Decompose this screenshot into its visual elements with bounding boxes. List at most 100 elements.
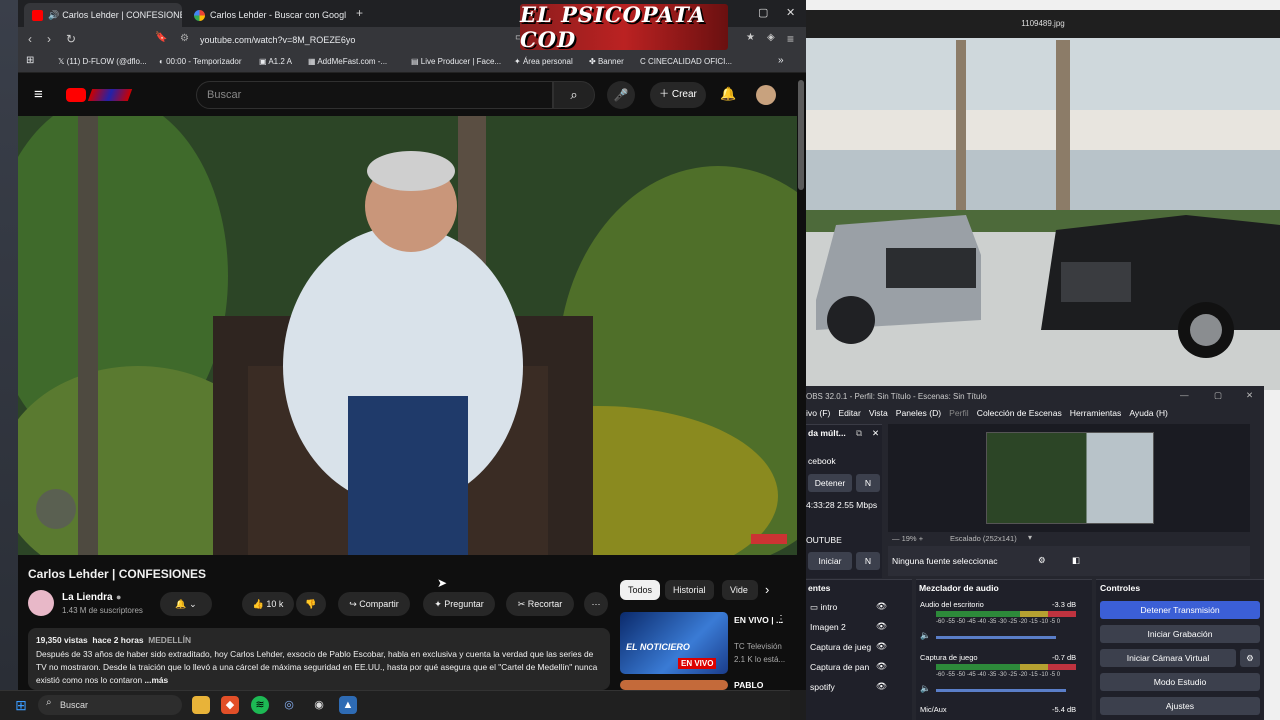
close-window-icon[interactable]: ✕ (786, 6, 795, 19)
float-icon[interactable]: ⧉ (856, 428, 862, 439)
more-button[interactable]: N (856, 474, 880, 492)
maximize-icon[interactable]: ▢ (1214, 390, 1222, 401)
subscriber-count: 1.43 M de suscriptores (62, 606, 143, 615)
spotify-icon[interactable]: ≋ (251, 696, 269, 714)
youtube-logo-icon[interactable] (66, 88, 86, 102)
maximize-icon[interactable]: ▢ (758, 6, 768, 19)
menu-help[interactable]: Ayuda (H) (1129, 408, 1168, 424)
start-button[interactable]: Iniciar (808, 552, 852, 570)
chip-historial[interactable]: Historial (665, 580, 714, 600)
extension-icon[interactable]: ★ (746, 32, 755, 43)
menu-view[interactable]: Vista (869, 408, 888, 424)
menu-docks[interactable]: Paneles (D) (896, 408, 941, 424)
hamburger-menu-icon[interactable]: ≡ (34, 86, 43, 103)
recommended-thumbnail[interactable] (620, 680, 728, 690)
brave-browser-icon[interactable]: ◆ (221, 696, 239, 714)
menu-icon[interactable]: ≡ (787, 32, 794, 46)
eye-icon[interactable]: 👁 (876, 621, 887, 632)
obs-icon[interactable]: ◉ (310, 696, 328, 714)
bookmark-item[interactable]: ✤ Banner (589, 57, 624, 66)
search-input[interactable]: Buscar (196, 81, 553, 109)
site-info-icon[interactable]: ⚙ (180, 33, 189, 44)
share-button[interactable]: ↪ Compartir (338, 592, 410, 616)
virtual-camera-settings-button[interactable]: ⚙ (1240, 649, 1260, 667)
description-box[interactable]: 19,350 vistas hace 2 horas MEDELLÍN Desp… (28, 628, 610, 690)
bookmark-item[interactable]: ✦ Área personal (514, 57, 573, 66)
chevron-right-icon[interactable]: › (765, 582, 769, 597)
notification-bell-button[interactable]: 🔔 ⌄ (160, 592, 212, 616)
preview-canvas[interactable] (986, 432, 1154, 524)
bookmark-item[interactable]: ▤ Live Producer | Face... (411, 57, 501, 66)
clip-button[interactable]: ✂ Recortar (506, 592, 574, 616)
menu-edit[interactable]: Editar (838, 408, 860, 424)
ask-button[interactable]: ✦ Preguntar (423, 592, 495, 616)
recommended-thumbnail[interactable]: EL NOTICIERO EN VIVO (620, 612, 728, 674)
rec-title[interactable]: PABLO (734, 680, 763, 690)
photos-icon[interactable]: ▲ (339, 696, 357, 714)
new-tab-button[interactable]: + (356, 6, 363, 20)
video-player[interactable] (18, 116, 797, 555)
taskbar-search[interactable]: Buscar (38, 695, 182, 715)
settings-button[interactable]: Ajustes (1100, 697, 1260, 715)
start-recording-button[interactable]: Iniciar Grabación (1100, 625, 1260, 643)
close-icon[interactable]: ✕ (1246, 390, 1253, 401)
menu-scene-collection[interactable]: Colección de Escenas (977, 408, 1062, 424)
minimize-icon[interactable]: — (1180, 390, 1189, 400)
stop-streaming-button[interactable]: Detener Transmisión (1100, 601, 1260, 619)
eye-icon[interactable]: 👁 (876, 641, 887, 652)
create-button[interactable]: ＋ Crear (650, 82, 706, 108)
bell-icon[interactable]: 🔔 (720, 86, 736, 102)
forward-icon[interactable]: › (47, 32, 51, 46)
bookmark-item[interactable]: ▣ A1.2 A (259, 57, 292, 66)
reload-icon[interactable]: ↻ (66, 32, 76, 46)
eye-icon[interactable]: 👁 (876, 681, 887, 692)
app-icon[interactable]: ◎ (280, 696, 298, 714)
kebab-icon[interactable]: ⋮ (776, 614, 786, 625)
start-virtual-camera-button[interactable]: Iniciar Cámara Virtual (1100, 649, 1236, 667)
back-icon[interactable]: ‹ (28, 32, 32, 46)
close-icon[interactable]: ✕ (872, 428, 879, 439)
tab-youtube[interactable]: 🔊 Carlos Lehder | CONFESIONES ✕ (24, 3, 182, 27)
chip-videos[interactable]: Vide (722, 580, 758, 600)
more-actions-button[interactable]: ⋯ (584, 592, 608, 616)
filters-icon[interactable]: ◧ (1072, 555, 1080, 566)
show-more-link[interactable]: ...más (144, 675, 168, 685)
like-button[interactable]: 👍 10 k (242, 592, 294, 616)
gear-icon[interactable]: ⚙ (1038, 555, 1046, 566)
apps-icon[interactable]: ⊞ (26, 55, 34, 66)
page-scrollbar[interactable] (798, 80, 804, 190)
stop-button[interactable]: Detener (808, 474, 852, 492)
speaker-icon[interactable]: 🔈 (920, 630, 931, 641)
shield-icon[interactable]: ◈ (767, 32, 775, 43)
speaker-icon[interactable]: 🔈 (920, 683, 931, 694)
more-bookmarks-icon[interactable]: » (778, 55, 784, 66)
chip-todos[interactable]: Todos (620, 580, 661, 600)
eye-icon[interactable]: 👁 (876, 601, 887, 612)
dropdown-icon[interactable]: ▾ (1028, 533, 1032, 542)
eye-icon[interactable]: 👁 (876, 661, 887, 672)
address-bar[interactable]: youtube.com/watch?v=8M_ROEZE6yo (174, 31, 524, 49)
menu-profile[interactable]: Perfil (949, 408, 969, 424)
avatar[interactable] (756, 85, 776, 105)
bookmark-item[interactable]: 𝕏 (11) D-FLOW (@dflo... (58, 57, 147, 66)
channel-avatar[interactable] (28, 590, 54, 616)
menu-file[interactable]: ivo (F) (806, 408, 830, 424)
channel-name[interactable]: La Liendra (62, 592, 113, 603)
more-button[interactable]: N (856, 552, 880, 570)
bookmark-icon[interactable]: 🔖 (155, 32, 167, 43)
bookmark-label: (11) D-FLOW (@dflo... (66, 57, 147, 66)
studio-mode-button[interactable]: Modo Estudio (1100, 673, 1260, 691)
file-explorer-icon[interactable] (192, 696, 210, 714)
search-button[interactable]: ⌕ (553, 81, 595, 109)
video-frame (18, 116, 797, 555)
bookmark-item[interactable]: ◐ 00:00 - Temporizador (159, 57, 242, 66)
dislike-button[interactable]: 👎 (296, 592, 326, 616)
volume-slider[interactable] (936, 636, 1056, 639)
menu-tools[interactable]: Herramientas (1070, 408, 1122, 424)
windows-start-icon[interactable]: ⊞ (12, 696, 30, 714)
tab-google[interactable]: Carlos Lehder - Buscar con Google (186, 3, 346, 27)
bookmark-item[interactable]: ▦ AddMeFast.com -... (308, 57, 387, 66)
mic-button[interactable]: 🎤 (607, 81, 635, 109)
volume-slider[interactable] (936, 689, 1066, 692)
bookmark-item[interactable]: C CINECALIDAD OFICI... (640, 57, 732, 66)
